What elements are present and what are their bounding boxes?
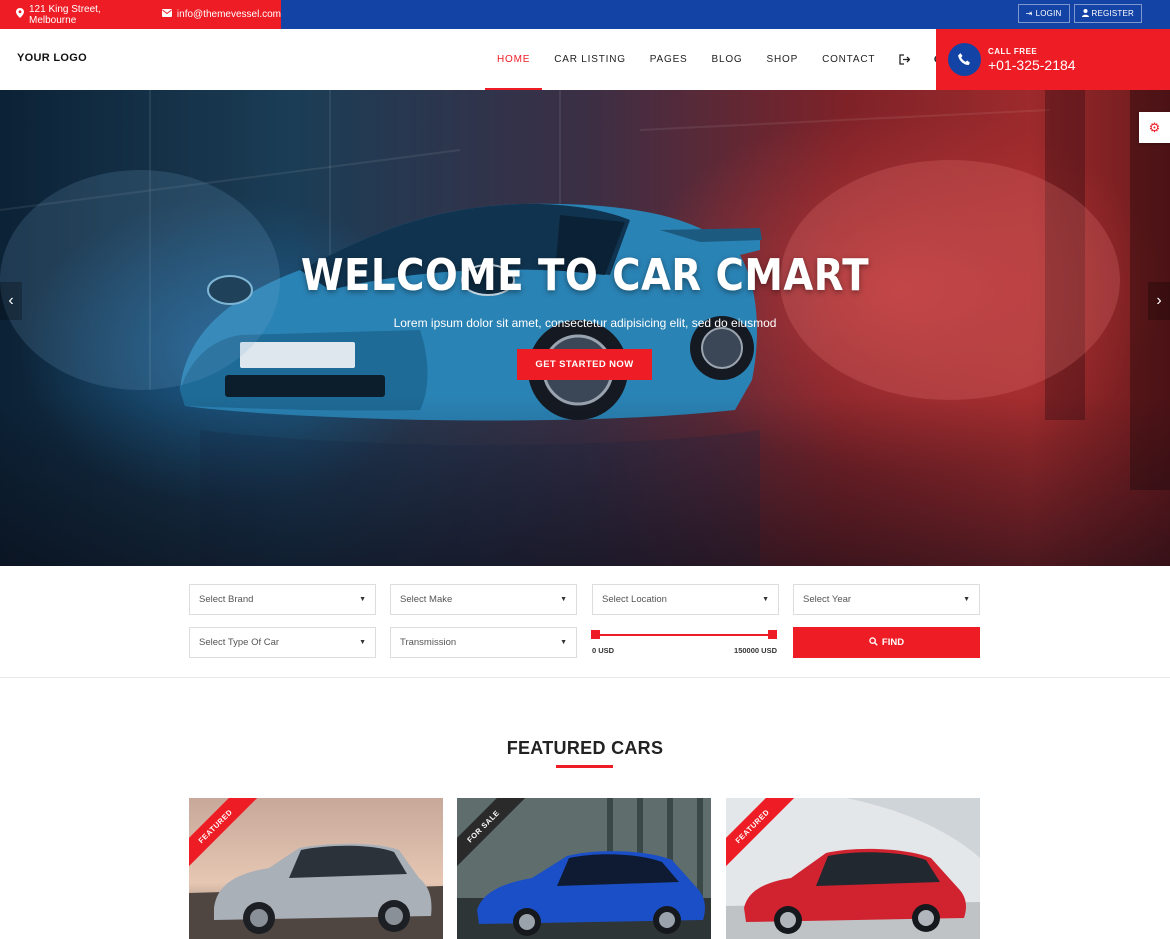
hero-slider: WELCOME TO CAR CMART Lorem ipsum dolor s… — [0, 90, 1170, 566]
hero-subtitle: Lorem ipsum dolor sit amet, consectetur … — [393, 316, 777, 330]
address-item: 121 King Street, Melbourne — [16, 4, 150, 26]
nav-car-listing[interactable]: CAR LISTING — [542, 29, 638, 90]
select-type-of-car[interactable]: Select Type Of Car ▼ — [189, 627, 376, 658]
nav-contact[interactable]: CONTACT — [810, 29, 887, 90]
login-label: LOGIN — [1035, 9, 1062, 18]
select-brand[interactable]: Select Brand ▼ — [189, 584, 376, 615]
register-button[interactable]: REGISTER — [1073, 4, 1142, 23]
select-transmission-label: Transmission — [400, 637, 457, 648]
main-nav: HOME CAR LISTING PAGES BLOG SHOP CONTACT — [485, 29, 956, 90]
user-icon — [1081, 8, 1089, 19]
contact-info: 121 King Street, Melbourne info@themeves… — [0, 0, 281, 29]
gear-icon: ⚙ — [1148, 119, 1161, 135]
featured-cars-heading: FEATURED CARS — [506, 738, 664, 758]
select-transmission[interactable]: Transmission ▼ — [390, 627, 577, 658]
sign-out-icon[interactable] — [887, 29, 922, 90]
range-min-label: 0 USD — [592, 646, 615, 655]
price-range-slider: 0 USD 150000 USD — [591, 628, 777, 658]
address-text: 121 King Street, Melbourne — [29, 3, 101, 26]
nav-shop[interactable]: SHOP — [755, 29, 811, 90]
nav-pages[interactable]: PAGES — [638, 29, 700, 90]
car-card[interactable]: FEATURED — [726, 798, 980, 939]
car-search-form: Select Brand ▼ Select Make ▼ Select Loca… — [0, 566, 1170, 678]
select-year[interactable]: Select Year ▼ — [793, 584, 980, 615]
caret-down-icon: ▼ — [359, 596, 366, 603]
login-button[interactable]: ⇥ LOGIN — [1017, 4, 1070, 23]
select-type-label: Select Type Of Car — [199, 637, 280, 648]
nav-home[interactable]: HOME — [485, 29, 543, 90]
email-item[interactable]: info@themevessel.com — [161, 9, 281, 20]
email-text: info@themevessel.com — [176, 9, 281, 20]
site-logo[interactable]: YOUR LOGO — [17, 52, 87, 64]
range-max-label: 150000 USD — [734, 646, 777, 655]
search-icon — [869, 636, 878, 649]
select-brand-label: Select Brand — [199, 594, 254, 605]
call-number: +01-325-2184 — [988, 56, 1076, 73]
map-pin-icon — [16, 8, 24, 21]
hero-title: WELCOME TO CAR CMART — [300, 250, 870, 301]
range-max-handle[interactable] — [768, 630, 777, 639]
chevron-left-icon: ‹ — [8, 292, 14, 309]
find-label: FIND — [881, 637, 905, 648]
call-label: CALL FREE — [988, 46, 1038, 56]
top-bar: 121 King Street, Melbourne info@themeves… — [0, 0, 1170, 29]
hero-floor-shade — [0, 396, 1170, 566]
select-year-label: Select Year — [803, 594, 852, 605]
car-card[interactable]: FEATURED — [189, 798, 443, 939]
caret-down-icon: ▼ — [963, 596, 970, 603]
caret-down-icon: ▼ — [560, 639, 567, 646]
select-location[interactable]: Select Location ▼ — [592, 584, 779, 615]
car-card[interactable]: FOR SALE — [457, 798, 711, 939]
call-text: CALL FREE +01-325-2184 — [988, 47, 1076, 73]
select-make[interactable]: Select Make ▼ — [390, 584, 577, 615]
caret-down-icon: ▼ — [359, 639, 366, 646]
select-make-label: Select Make — [400, 594, 453, 605]
find-button[interactable]: FIND — [793, 627, 980, 658]
range-track — [595, 634, 773, 636]
caret-down-icon: ▼ — [560, 596, 567, 603]
main-header: YOUR LOGO HOME CAR LISTING PAGES BLOG SH… — [0, 29, 1170, 90]
settings-toggle[interactable]: ⚙ — [1139, 112, 1170, 143]
register-label: REGISTER — [1091, 9, 1134, 18]
select-location-label: Select Location — [602, 594, 667, 605]
slider-prev-arrow[interactable]: ‹ — [0, 282, 22, 320]
slider-next-arrow[interactable]: › — [1148, 282, 1170, 320]
range-min-handle[interactable] — [591, 630, 600, 639]
nav-blog[interactable]: BLOG — [700, 29, 755, 90]
phone-icon — [948, 43, 981, 76]
auth-links: ⇥ LOGIN REGISTER — [1017, 4, 1142, 23]
envelope-icon — [161, 9, 172, 20]
heading-underline — [556, 765, 613, 768]
chevron-right-icon: › — [1156, 292, 1162, 309]
call-box[interactable]: CALL FREE +01-325-2184 — [936, 29, 1170, 90]
get-started-button[interactable]: GET STARTED NOW — [517, 349, 652, 380]
caret-down-icon: ▼ — [762, 596, 769, 603]
sign-in-icon: ⇥ — [1025, 9, 1033, 18]
